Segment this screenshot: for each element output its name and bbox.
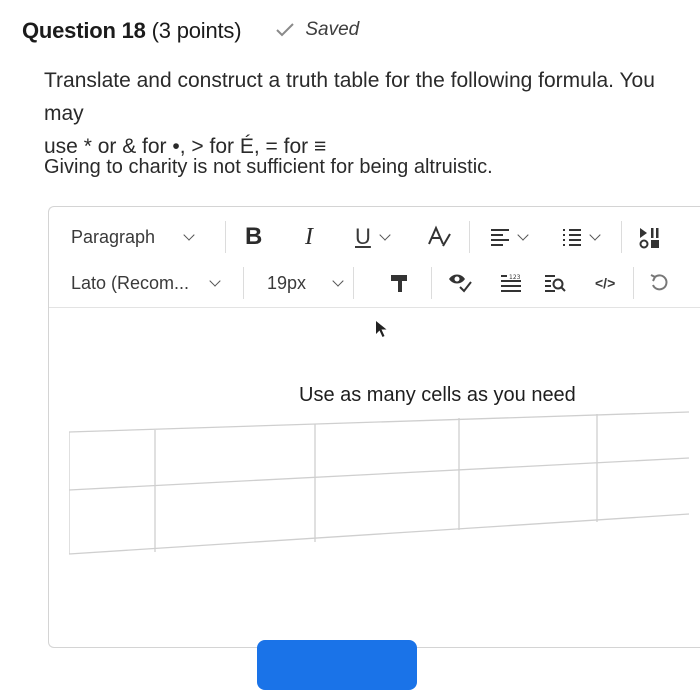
find-replace-icon [545, 275, 566, 292]
toolbar-divider [621, 221, 622, 253]
check-icon [276, 23, 295, 37]
list-icon [563, 229, 581, 246]
editor-content-area[interactable]: Use as many cells as you need [49, 308, 700, 646]
equation-icon: 123 [501, 274, 521, 292]
font-family-label: Lato (Recom... [71, 272, 190, 293]
chevron-down-icon [332, 275, 344, 287]
equation-button[interactable]: 123 [499, 261, 523, 305]
chevron-down-icon [589, 229, 601, 241]
chevron-down-icon [517, 229, 529, 241]
font-family-dropdown[interactable]: Lato (Recom... [71, 261, 221, 305]
question-title: Question 18 (3 points) [22, 18, 242, 44]
chevron-down-icon [379, 229, 391, 241]
align-icon [491, 229, 509, 246]
paragraph-format-label: Paragraph [71, 226, 156, 247]
rich-text-editor[interactable]: Paragraph B I U Lato (Recom... 19px 123 … [48, 206, 700, 648]
svg-text:123: 123 [509, 274, 521, 281]
question-page: Question 18 (3 points) Saved Translate a… [0, 0, 700, 690]
question-statement: Giving to charity is not sufficient for … [44, 156, 493, 178]
question-points: (3 points) [151, 18, 242, 43]
format-painter-icon [391, 275, 407, 292]
paragraph-format-dropdown[interactable]: Paragraph [71, 215, 195, 259]
media-icon [639, 228, 659, 249]
editor-toolbar: Paragraph B I U Lato (Recom... 19px 123 … [49, 207, 700, 308]
chevron-down-icon [209, 275, 221, 287]
html-source-button[interactable]: </> [595, 261, 615, 305]
toolbar-divider [353, 267, 354, 299]
insert-media-button[interactable] [637, 215, 661, 259]
list-dropdown[interactable] [561, 215, 601, 259]
underline-button[interactable]: U [355, 215, 391, 259]
toolbar-divider [243, 267, 244, 299]
submit-button[interactable] [257, 640, 417, 690]
question-prompt: Translate and construct a truth table fo… [44, 64, 684, 163]
prompt-line-1: Translate and construct a truth table fo… [44, 69, 655, 125]
italic-button[interactable]: I [305, 215, 313, 259]
toolbar-divider [431, 267, 432, 299]
find-replace-button[interactable] [543, 261, 567, 305]
bold-button[interactable]: B [245, 215, 262, 259]
table-border-top [69, 411, 690, 433]
italic-label: I [305, 223, 313, 250]
toolbar-row-1: Paragraph B I U [49, 215, 700, 259]
text-color-button[interactable] [425, 215, 453, 259]
undo-icon [650, 274, 668, 291]
format-painter-button[interactable] [389, 261, 411, 305]
table-caption: Use as many cells as you need [299, 384, 576, 406]
toolbar-row-2: Lato (Recom... 19px 123 </> [49, 261, 700, 305]
text-color-icon [428, 225, 451, 247]
question-number: Question 18 [22, 18, 146, 43]
accessibility-check-button[interactable] [447, 261, 473, 305]
font-size-dropdown[interactable]: 19px [267, 261, 344, 305]
accessibility-check-icon [449, 274, 472, 293]
align-dropdown[interactable] [489, 215, 529, 259]
undo-button[interactable] [649, 261, 671, 305]
underline-label: U [355, 224, 371, 249]
chevron-down-icon [183, 229, 195, 241]
toolbar-divider [469, 221, 470, 253]
saved-status: Saved [275, 19, 359, 41]
question-header: Question 18 (3 points) Saved [22, 18, 359, 44]
saved-label: Saved [305, 19, 360, 40]
truth-table[interactable] [69, 406, 700, 586]
table-row-divider [69, 513, 690, 555]
table-row-divider [69, 457, 690, 491]
mouse-pointer-icon [376, 321, 387, 337]
toolbar-divider [633, 267, 634, 299]
bold-label: B [245, 223, 263, 250]
html-source-label: </> [595, 275, 616, 291]
toolbar-divider [225, 221, 226, 253]
font-size-label: 19px [267, 272, 307, 293]
